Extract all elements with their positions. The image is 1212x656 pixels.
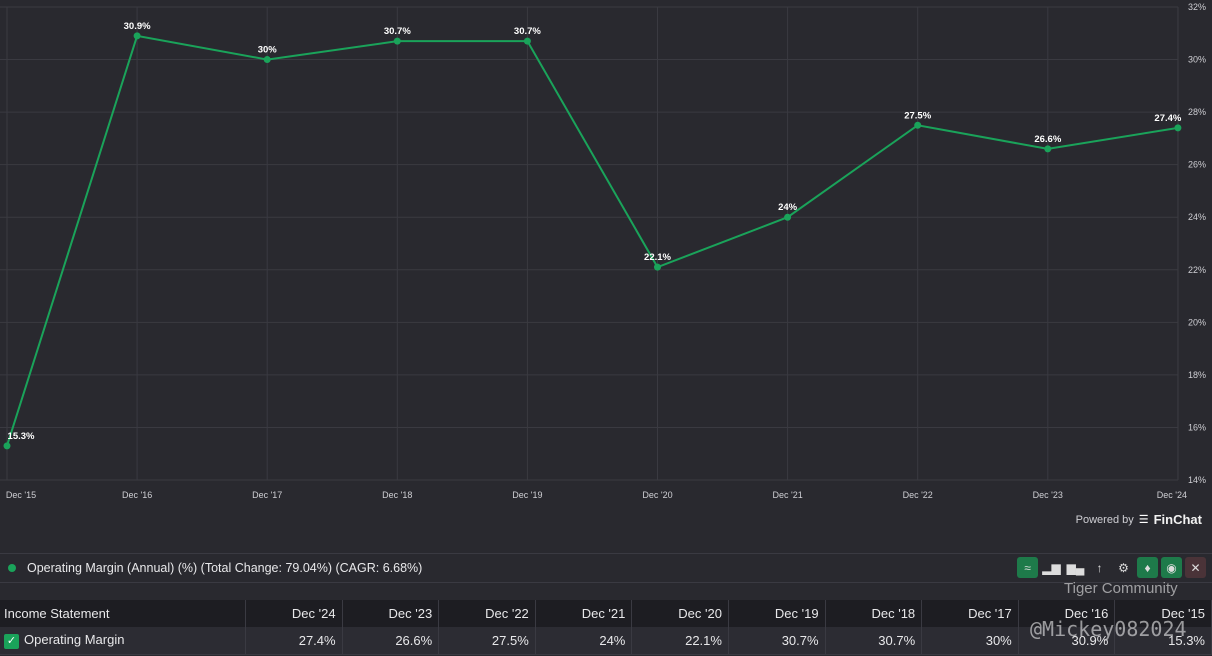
y-tick-label: 26%: [1188, 160, 1206, 170]
column-header[interactable]: Dec '18: [825, 600, 923, 627]
column-header[interactable]: Dec '22: [438, 600, 536, 627]
brand-name: FinChat: [1153, 512, 1202, 527]
x-tick-label: Dec '24: [1157, 490, 1187, 500]
bar-chart-icon[interactable]: ▂▆: [1041, 557, 1062, 578]
series-line: [6, 34, 1179, 447]
tag-icon[interactable]: ♦: [1137, 557, 1158, 578]
table-row: ✓ Operating Margin 27.4% 26.6% 27.5% 24% 22.1%…: [0, 627, 1212, 655]
data-label: 30.9%: [124, 21, 151, 32]
data-label: 15.3%: [8, 431, 35, 442]
cell-value: 15.3%: [1114, 627, 1212, 655]
cell-value: 27.5%: [438, 627, 536, 655]
x-tick-label: Dec '23: [1033, 490, 1063, 500]
cell-value: 30%: [921, 627, 1019, 655]
x-tick-label: Dec '15: [6, 490, 36, 500]
x-tick-label: Dec '19: [512, 490, 542, 500]
column-header[interactable]: Dec '23: [342, 600, 440, 627]
data-label: 30.7%: [384, 26, 411, 37]
column-header[interactable]: Dec '17: [921, 600, 1019, 627]
data-label: 24%: [778, 202, 798, 213]
y-tick-label: 16%: [1188, 422, 1206, 432]
y-tick-label: 32%: [1188, 2, 1206, 12]
cell-value: 30.7%: [825, 627, 923, 655]
data-point[interactable]: [784, 213, 792, 221]
finchat-logo-icon: ☰: [1138, 514, 1149, 526]
line-chart-icon[interactable]: ≈: [1017, 557, 1038, 578]
legend: Operating Margin (Annual) (%) (Total Cha…: [0, 553, 1212, 583]
x-tick-label: Dec '20: [642, 490, 672, 500]
data-label: 26.6%: [1034, 134, 1061, 145]
y-tick-label: 24%: [1188, 212, 1206, 222]
operating-margin-chart: 14% 16% 18% 20% 22% 24% 26% 28% 30% 32% Dec '15 Dec…: [0, 2, 1206, 500]
data-point[interactable]: [263, 56, 271, 64]
column-header[interactable]: Dec '21: [535, 600, 633, 627]
y-tick-label: 28%: [1188, 107, 1206, 117]
sort-icon[interactable]: ↑: [1089, 557, 1110, 578]
data-point[interactable]: [3, 442, 11, 450]
x-tick-label: Dec '16: [122, 490, 152, 500]
table-header-label: Income Statement: [0, 600, 246, 627]
stacked-bar-icon[interactable]: ▆▄: [1065, 557, 1086, 578]
y-tick-label: 30%: [1188, 55, 1206, 65]
data-point[interactable]: [133, 32, 141, 40]
x-tick-label: Dec '18: [382, 490, 412, 500]
column-header[interactable]: Dec '16: [1018, 600, 1116, 627]
y-tick-label: 18%: [1188, 370, 1206, 380]
close-icon[interactable]: ✕: [1185, 557, 1206, 578]
x-tick-label: Dec '17: [252, 490, 282, 500]
series-dot-icon: [8, 564, 16, 572]
eye-icon[interactable]: ◉: [1161, 557, 1182, 578]
chart-toolbar: ≈ ▂▆ ▆▄ ↑ ⚙ ♦ ◉ ✕: [1017, 557, 1206, 578]
legend-text: Operating Margin (Annual) (%) (Total Cha…: [27, 561, 423, 575]
cell-value: 30.7%: [728, 627, 826, 655]
row-label[interactable]: ✓ Operating Margin: [0, 627, 246, 655]
data-point[interactable]: [654, 263, 661, 271]
row-label-text: Operating Margin: [24, 632, 125, 648]
column-header[interactable]: Dec '20: [631, 600, 729, 627]
cell-value: 27.4%: [245, 627, 343, 655]
data-point[interactable]: [1174, 124, 1182, 132]
cell-value: 30.9%: [1018, 627, 1116, 655]
y-tick-label: 20%: [1188, 317, 1206, 327]
income-statement-table: Income Statement Dec '24 Dec '23 Dec '22 Dec…: [0, 600, 1212, 655]
data-label: 27.4%: [1154, 113, 1181, 124]
x-tick-label: Dec '22: [903, 490, 933, 500]
cell-value: 24%: [535, 627, 633, 655]
data-label: 22.1%: [644, 252, 671, 263]
column-header[interactable]: Dec '15: [1114, 600, 1212, 627]
data-label: 30%: [258, 45, 278, 56]
cell-value: 26.6%: [342, 627, 440, 655]
powered-label: Powered by: [1075, 513, 1134, 526]
gear-icon[interactable]: ⚙: [1113, 557, 1134, 578]
column-header[interactable]: Dec '19: [728, 600, 826, 627]
y-tick-label: 14%: [1188, 475, 1206, 485]
data-point[interactable]: [523, 37, 531, 45]
data-label: 27.5%: [904, 110, 931, 121]
data-point[interactable]: [393, 37, 401, 45]
data-label: 30.7%: [514, 26, 541, 37]
y-tick-label: 22%: [1188, 265, 1206, 275]
column-header[interactable]: Dec '24: [245, 600, 343, 627]
data-point[interactable]: [914, 121, 922, 129]
data-point[interactable]: [1044, 145, 1052, 153]
cell-value: 22.1%: [631, 627, 729, 655]
powered-by[interactable]: Powered by ☰ FinChat: [1076, 512, 1202, 527]
x-tick-label: Dec '21: [772, 490, 802, 500]
checkbox-checked-icon[interactable]: ✓: [4, 633, 19, 649]
